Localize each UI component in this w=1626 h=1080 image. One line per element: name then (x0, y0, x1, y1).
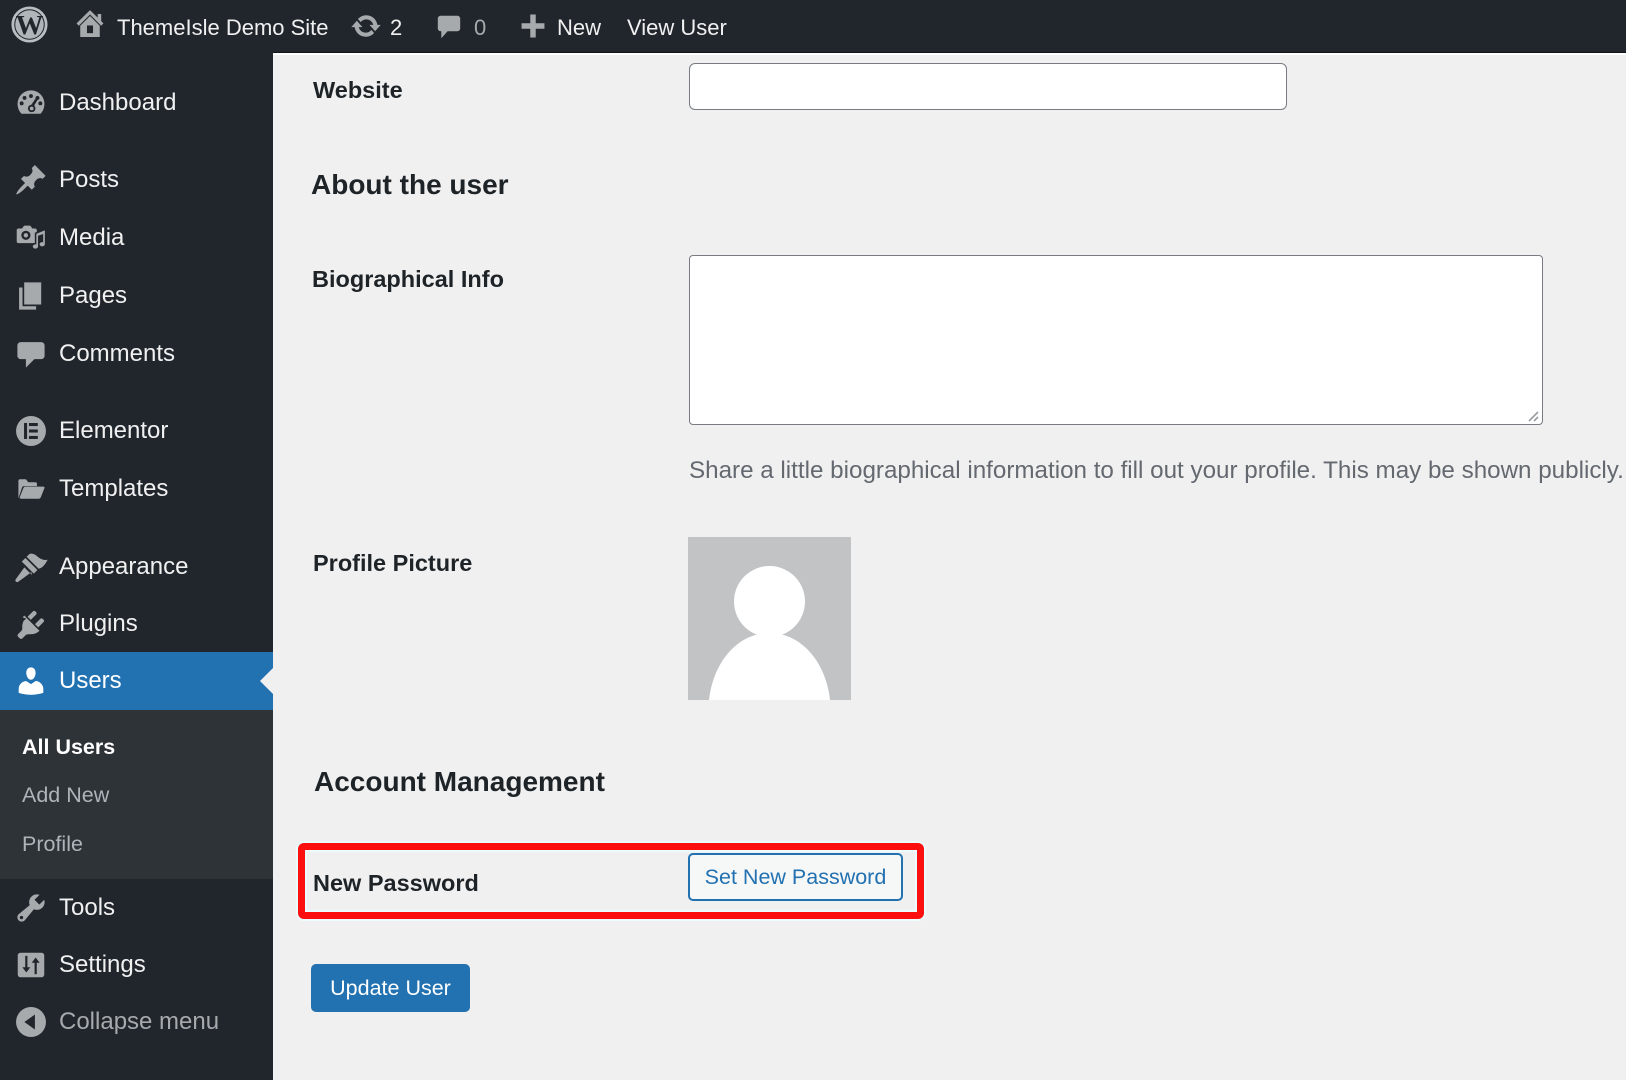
svg-text:W: W (16, 10, 44, 41)
